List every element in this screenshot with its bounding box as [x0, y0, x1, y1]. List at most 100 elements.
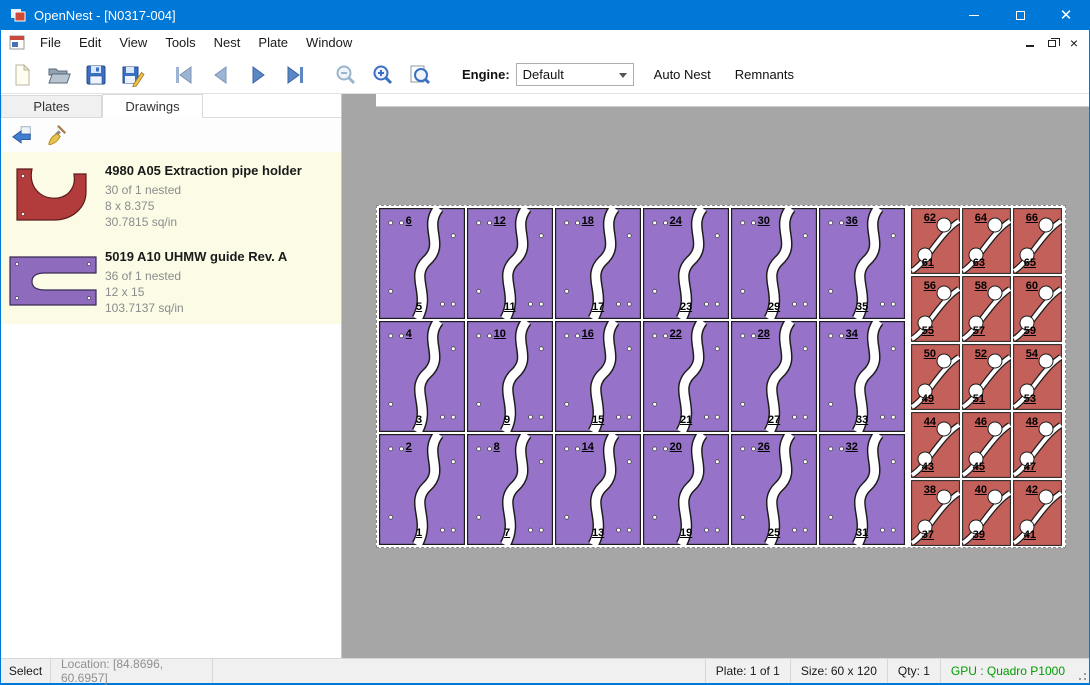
new-button[interactable]	[6, 59, 38, 91]
tab-plates[interactable]: Plates	[1, 95, 102, 118]
close-button[interactable]: ✕	[1043, 0, 1089, 30]
close-icon: ✕	[1060, 8, 1073, 23]
purple-part-pair[interactable]: 21	[379, 434, 465, 545]
mdi-restore-button[interactable]	[1041, 33, 1063, 53]
menu-nest[interactable]: Nest	[205, 30, 250, 56]
red-part-pair[interactable]: 6463	[962, 208, 1011, 274]
mdi-restore-icon	[1048, 40, 1056, 47]
drawing-title: 5019 A10 UHMW guide Rev. A	[105, 249, 287, 264]
red-part-pair[interactable]: 4645	[962, 412, 1011, 478]
purple-part-pair[interactable]: 1413	[555, 434, 641, 545]
zoom-out-button[interactable]	[330, 59, 362, 91]
purple-part-pair[interactable]: 3635	[819, 208, 905, 319]
red-part-pair[interactable]: 4443	[911, 412, 960, 478]
part-number: 6	[406, 215, 412, 227]
mode-indicator: Select	[1, 659, 51, 683]
purple-part-pair[interactable]: 1615	[555, 321, 641, 432]
nav-prev-icon	[209, 63, 233, 87]
drawing-nested-count: 30 of 1 nested	[105, 182, 302, 198]
part-number: 66	[1026, 212, 1038, 224]
title-bar: OpenNest - [N0317-004] ✕	[1, 0, 1089, 30]
minimize-button[interactable]	[951, 0, 997, 30]
drawing-item-extraction-pipe-holder[interactable]: 4980 A05 Extraction pipe holder 30 of 1 …	[1, 152, 341, 238]
menu-edit[interactable]: Edit	[70, 30, 110, 56]
left-panel: Plates Drawings	[1, 94, 342, 658]
purple-parts-grid: 6512111817242330293635 431091615222128273…	[379, 208, 905, 545]
red-part-pair[interactable]: 4039	[962, 480, 1011, 546]
part-number: 42	[1026, 484, 1038, 496]
panel-tabstrip: Plates Drawings	[1, 94, 341, 118]
status-bar: Select Location: [84.8696, 60.6957] Plat…	[1, 658, 1089, 683]
part-number: 53	[1024, 393, 1036, 405]
drawing-nested-count: 36 of 1 nested	[105, 268, 287, 284]
menu-plate[interactable]: Plate	[249, 30, 297, 56]
red-part-pair[interactable]: 5453	[1013, 344, 1062, 410]
purple-part-pair[interactable]: 1817	[555, 208, 641, 319]
mdi-minimize-button[interactable]	[1019, 33, 1041, 53]
save-icon	[84, 63, 108, 87]
red-part-pair[interactable]: 4847	[1013, 412, 1062, 478]
part-number: 51	[973, 393, 985, 405]
purple-part-thumbnail	[7, 252, 99, 310]
clear-button[interactable]	[43, 122, 71, 149]
part-number: 45	[973, 461, 985, 473]
remnants-button[interactable]: Remnants	[723, 57, 806, 93]
red-part-pair[interactable]: 6665	[1013, 208, 1062, 274]
part-number: 13	[592, 527, 604, 539]
nav-last-button[interactable]	[279, 59, 311, 91]
engine-select[interactable]: Default	[516, 63, 634, 86]
purple-part-pair[interactable]: 1211	[467, 208, 553, 319]
purple-part-pair[interactable]: 2221	[643, 321, 729, 432]
nav-next-button[interactable]	[242, 59, 274, 91]
nest-canvas[interactable]: 6512111817242330293635431091615222128273…	[342, 94, 1089, 658]
zoom-in-button[interactable]	[367, 59, 399, 91]
part-number: 10	[494, 328, 506, 340]
part-number: 50	[924, 348, 936, 360]
save-as-icon	[121, 63, 145, 87]
purple-part-pair[interactable]: 43	[379, 321, 465, 432]
save-as-button[interactable]	[117, 59, 149, 91]
part-number: 21	[680, 414, 692, 426]
menu-view[interactable]: View	[110, 30, 156, 56]
purple-part-pair[interactable]: 2827	[731, 321, 817, 432]
nav-first-button[interactable]	[168, 59, 200, 91]
menu-window[interactable]: Window	[297, 30, 361, 56]
red-part-pair[interactable]: 3837	[911, 480, 960, 546]
zoom-out-icon	[334, 63, 358, 87]
part-number: 19	[680, 527, 692, 539]
purple-part-pair[interactable]: 3433	[819, 321, 905, 432]
mdi-close-button[interactable]: ×	[1063, 33, 1085, 53]
gpu-indicator: GPU : Quadro P1000	[941, 659, 1075, 683]
purple-part-pair[interactable]: 2019	[643, 434, 729, 545]
menu-file[interactable]: File	[31, 30, 70, 56]
auto-nest-button[interactable]: Auto Nest	[642, 57, 723, 93]
purple-part-pair[interactable]: 2423	[643, 208, 729, 319]
purple-part-pair[interactable]: 2625	[731, 434, 817, 545]
zoom-fit-button[interactable]	[404, 59, 436, 91]
save-button[interactable]	[80, 59, 112, 91]
part-number: 43	[922, 461, 934, 473]
purple-part-pair[interactable]: 3231	[819, 434, 905, 545]
red-part-thumbnail	[14, 166, 92, 224]
open-button[interactable]	[43, 59, 75, 91]
part-number: 59	[1024, 325, 1036, 337]
purple-part-pair[interactable]: 109	[467, 321, 553, 432]
red-part-pair[interactable]: 6059	[1013, 276, 1062, 342]
purple-part-pair[interactable]: 3029	[731, 208, 817, 319]
purple-part-pair[interactable]: 65	[379, 208, 465, 319]
drawing-item-uhmw-guide[interactable]: 5019 A10 UHMW guide Rev. A 36 of 1 neste…	[1, 238, 341, 324]
red-part-pair[interactable]: 5655	[911, 276, 960, 342]
red-part-pair[interactable]: 4241	[1013, 480, 1062, 546]
nav-prev-button[interactable]	[205, 59, 237, 91]
send-to-plate-button[interactable]	[8, 122, 36, 149]
resize-grip-icon[interactable]	[1075, 659, 1089, 683]
red-part-pair[interactable]: 5049	[911, 344, 960, 410]
red-part-pair[interactable]: 5251	[962, 344, 1011, 410]
plate[interactable]: 6512111817242330293635431091615222128273…	[376, 205, 1066, 548]
tab-drawings[interactable]: Drawings	[102, 94, 203, 118]
red-part-pair[interactable]: 6261	[911, 208, 960, 274]
menu-tools[interactable]: Tools	[156, 30, 204, 56]
maximize-button[interactable]	[997, 0, 1043, 30]
purple-part-pair[interactable]: 87	[467, 434, 553, 545]
red-part-pair[interactable]: 5857	[962, 276, 1011, 342]
